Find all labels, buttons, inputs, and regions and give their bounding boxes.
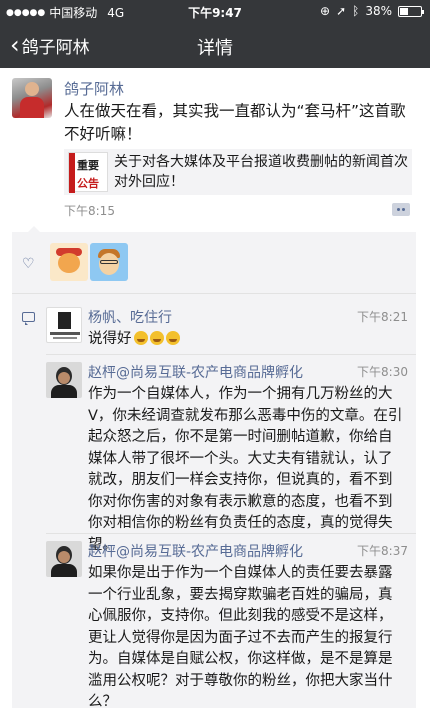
comment-text: 作为一个自媒体人，作为一个拥有几万粉丝的大V，你未经调查就发布那么恶毒中伤的文章… [88,386,403,553]
comment-text: 说得好 [88,329,406,351]
thumb-text-1: 重要 [77,159,99,172]
status-right: ⊕ ➚ ᛒ 38% [320,4,424,18]
post-text: 人在做天在看，其实我一直都认为“套马杆”这首歌不好听嘛！ [64,102,406,143]
comment-icon [22,312,35,325]
liker-avatar[interactable] [50,243,88,281]
divider [46,354,416,355]
comment-time: 下午8:21 [357,310,408,324]
thumb-accent [69,153,75,193]
page-title: 详情 [197,38,233,59]
location-icon: ➚ [336,4,347,18]
commenter-name[interactable]: 杨帆、吃住行 [88,307,172,327]
link-thumbnail: 重要 公告 [68,152,108,193]
laugh-emoji-icon [133,331,148,345]
heart-icon: ♡ [22,256,35,272]
avatar-body [20,97,44,118]
avatar-head [25,82,39,96]
link-title: 关于对各大媒体及平台报道收费删帖的新闻首次对外回应！ [114,154,408,190]
interaction-panel: ♡ 杨帆、吃住行 下午8:21 说得好 赵枰@尚易互联-农产电商品牌孵化 下午8… [12,226,416,708]
comment-item[interactable]: 赵枰@尚易互联-农产电商品牌孵化 下午8:30 作为一个自媒体人，作为一个拥有几… [12,362,416,553]
comment-time: 下午8:37 [357,544,408,558]
more-dots-icon[interactable] [392,203,410,216]
post-author-name[interactable]: 鸽子阿林 [64,78,124,99]
battery-icon [398,5,424,17]
commenter-name[interactable]: 赵枰@尚易互联-农产电商品牌孵化 [88,541,303,561]
comment-text: 如果你是出于作为一个自媒体人的责任要去暴露一个行业乱象，要去揭穿欺骗老百姓的骗局… [88,565,393,708]
bluetooth-icon: ᛒ [352,4,360,18]
laugh-emoji-icon [165,331,180,345]
laugh-emoji-icon [149,331,164,345]
shared-link-card[interactable]: 重要 公告 关于对各大媒体及平台报道收费删帖的新闻首次对外回应！ [64,149,412,195]
liker-avatar[interactable] [90,243,128,281]
likes-row: ♡ [12,232,416,294]
divider [46,533,416,534]
battery-fill [400,7,408,15]
comment-time: 下午8:30 [357,365,408,379]
commenter-name[interactable]: 赵枰@尚易互联-农产电商品牌孵化 [88,362,303,382]
nav-bar: ‹ 鸽子阿林 详情 [0,22,430,68]
status-bar: ●●●●● 中国移动 4G 下午9:47 ⊕ ➚ ᛒ 38% [0,0,430,22]
commenter-avatar[interactable] [46,307,82,343]
commenter-avatar[interactable] [46,541,82,577]
battery-label: 38% [365,4,392,18]
author-avatar[interactable] [12,78,52,118]
rotation-lock-icon: ⊕ [320,4,331,18]
thumb-text-2: 公告 [77,177,99,190]
post-time: 下午8:15 [64,204,115,218]
comment-text-content: 说得好 [88,331,132,347]
emoji-group [133,331,180,345]
commenter-avatar[interactable] [46,362,82,398]
